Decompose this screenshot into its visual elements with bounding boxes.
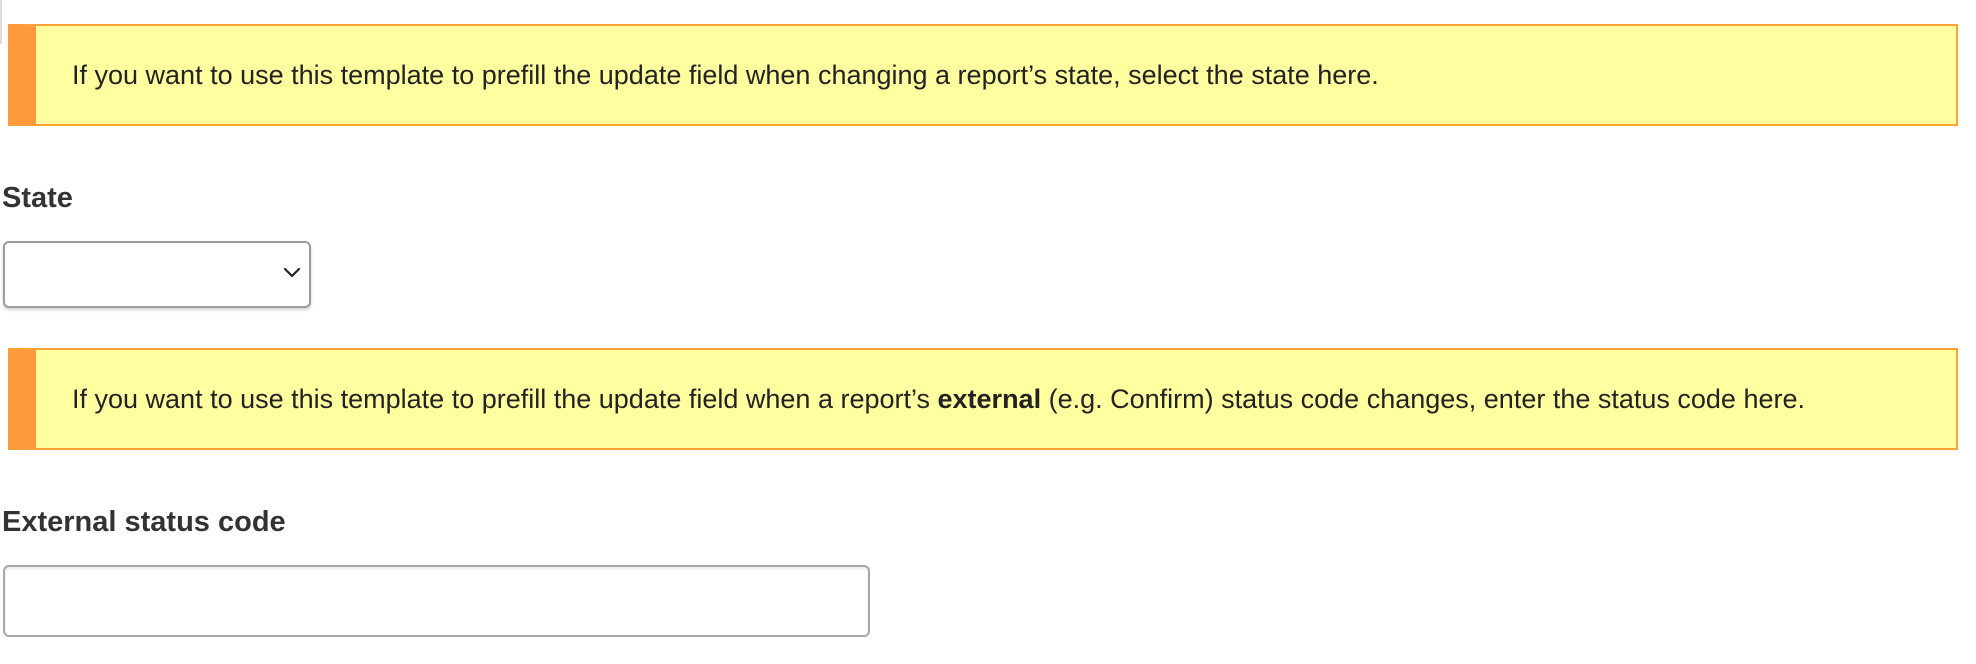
chevron-down-icon — [283, 267, 301, 278]
external-help-text-start: If you want to use this template to pref… — [72, 383, 938, 414]
external-help-text-end: (e.g. Confirm) status code changes, ente… — [1041, 383, 1805, 414]
state-help-notice: If you want to use this template to pref… — [8, 24, 1958, 126]
state-label: State — [2, 182, 73, 214]
external-help-emphasis: external — [937, 383, 1042, 414]
external-status-code-label: External status code — [2, 506, 286, 538]
state-help-text: If you want to use this template to pref… — [72, 59, 1379, 90]
left-edge-divider — [0, 0, 2, 44]
external-status-help-notice: If you want to use this template to pref… — [8, 348, 1958, 450]
external-help-text: If you want to use this template to pref… — [72, 383, 1805, 415]
external-status-code-input[interactable] — [3, 565, 870, 637]
state-select[interactable] — [3, 241, 311, 308]
